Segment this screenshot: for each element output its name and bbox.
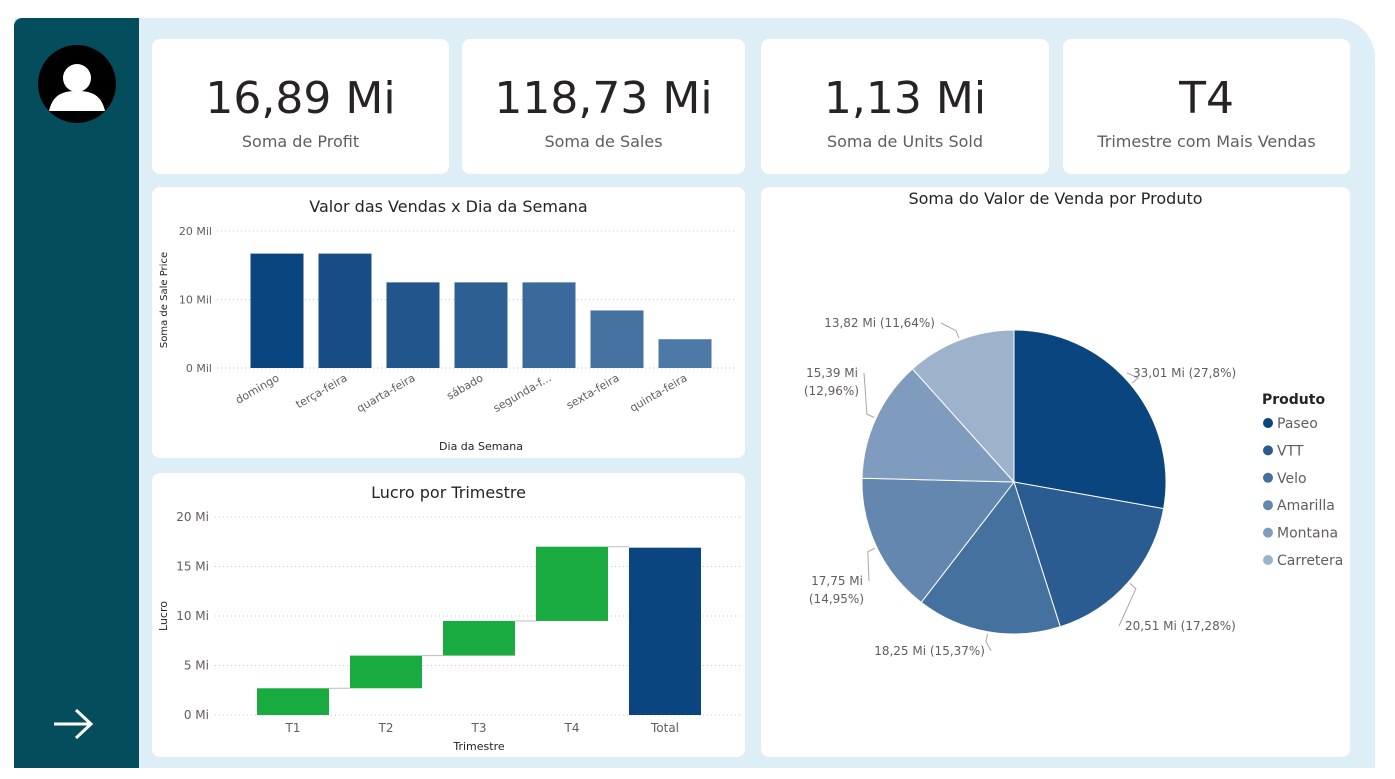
kpi-label: Soma de Profit [241,132,360,151]
data-label: 13,82 Mi (11,64%) [824,316,935,330]
legend-title: Produto [1262,392,1325,408]
kpi-value: 16,89 Mi [205,73,396,124]
bar [590,310,644,368]
leader-line [863,372,875,418]
x-tick-label: Total [650,721,679,735]
x-tick-label: T3 [471,721,487,735]
data-label: (12,96%) [804,384,859,398]
kpi-card-units: 1,13 Mi Soma de Units Sold [761,39,1049,174]
x-tick-label: T1 [285,721,301,735]
legend-item: Montana [1277,526,1338,542]
data-label: 18,25 Mi (15,37%) [874,644,985,658]
kpi-label: Soma de Units Sold [826,132,984,151]
kpi-card-sales: 118,73 Mi Soma de Sales [462,39,745,174]
leader-line [940,322,960,339]
x-tick-label: segunda-f... [491,371,554,415]
legend-marker [1263,500,1273,511]
legend-item: Paseo [1277,416,1318,432]
arrow-right-icon[interactable] [54,706,96,742]
y-tick-label: 20 Mil [179,225,212,238]
kpi-label: Trimestre com Mais Vendas [1097,132,1316,151]
legend-item: Carretera [1277,553,1343,569]
x-tick-label: quarta-feira [355,371,418,415]
legend-item: Velo [1277,471,1307,487]
data-label: 15,39 Mi [806,366,858,380]
data-label: (14,95%) [809,592,864,606]
y-tick-label: 10 Mil [179,294,212,307]
y-axis-title: Lucro [157,601,170,631]
data-label: 33,01 Mi (27,8%) [1133,366,1236,380]
legend-marker [1263,555,1273,565]
legend-marker [1263,527,1273,538]
kpi-card-profit: 16,89 Mi Soma de Profit [152,39,449,174]
data-label: 20,51 Mi (17,28%) [1125,619,1236,633]
x-tick-label: terça-feira [294,371,350,411]
waterfall-bar [443,620,515,656]
leader-line [985,633,992,652]
x-tick-label: domingo [233,371,281,406]
x-tick-label: T2 [378,721,394,735]
sidebar [14,18,139,768]
x-axis-title: Trimestre [452,740,504,753]
waterfall-chart-card[interactable]: Lucro por Trimestre 0 Mi 5 Mi 10 Mi 15 Mi 20… [152,473,745,757]
x-tick-label: sábado [444,371,485,402]
bar-chart: 0 Mil 10 Mil 20 Mil domingo terça-feira quart… [159,225,737,453]
pie-chart-card[interactable]: Soma do Valor de Venda por Produto 33,01… [761,187,1350,757]
x-tick-label: sexta-feira [564,371,621,412]
bar [250,253,304,368]
bar-chart-card[interactable]: Valor das Vendas x Dia da Semana 0 Mil 10… [152,187,745,458]
legend-marker [1263,418,1273,428]
kpi-card-quarter: T4 Trimestre com Mais Vendas [1063,39,1350,174]
kpi-value: T4 [1179,73,1234,124]
y-axis-title: Soma de Sale Price [159,252,170,348]
leader-line [867,547,876,582]
x-tick-label: quinta-feira [628,371,690,414]
waterfall-chart: 0 Mi 5 Mi 10 Mi 15 Mi 20 Mi T1 T2 T3 T4 Total Trim… [157,510,742,753]
y-tick-label: 0 Mi [184,708,209,722]
y-tick-label: 20 Mi [176,510,209,524]
bar [658,339,712,368]
y-tick-label: 0 Mil [186,362,212,375]
x-tick-label: T4 [564,721,580,735]
y-tick-label: 10 Mi [176,609,209,623]
legend-item: Amarilla [1277,498,1335,514]
pie-slice [1013,329,1167,510]
bar [386,282,440,368]
pie-chart: 33,01 Mi (27,8%) 20,51 Mi (17,28%) 18,25 M… [804,316,1344,658]
waterfall-bar [629,547,701,715]
y-tick-label: 5 Mi [184,659,209,673]
waterfall-bar [257,688,329,715]
kpi-value: 1,13 Mi [823,73,987,124]
kpi-value: 118,73 Mi [494,73,713,124]
bar [454,282,508,368]
kpi-label: Soma de Sales [544,132,663,151]
x-axis-title: Dia da Semana [439,440,523,453]
bar [522,282,576,368]
bar [318,253,372,368]
data-label: 17,75 Mi [811,574,863,588]
waterfall-bar [536,546,608,621]
legend-marker [1263,472,1273,483]
legend-marker [1263,445,1273,456]
y-tick-label: 15 Mi [176,560,209,574]
waterfall-bar [350,655,422,689]
legend-item: VTT [1277,443,1304,459]
user-avatar-icon[interactable] [38,45,116,123]
